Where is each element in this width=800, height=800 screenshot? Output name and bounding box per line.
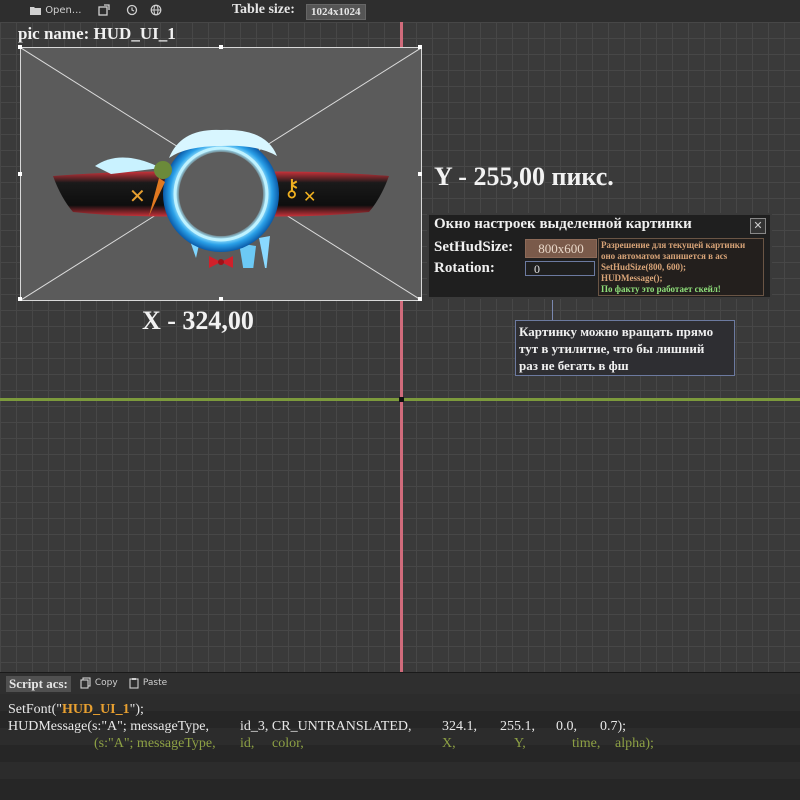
code-hint: id, [240,736,255,751]
settings-title: Окно настроек выделенной картинки [434,216,692,232]
note-line: HUDMessage(); [601,273,663,283]
close-button[interactable]: ✕ [750,218,766,234]
editor-canvas[interactable]: pic name: HUD_UI_1 ✕ ⚷ ✕ Y - 255,00 пикс… [0,22,800,672]
paste-label: Paste [142,678,168,688]
paste-icon [129,677,139,689]
history-icon [126,4,138,16]
code-hint: color, [272,736,304,751]
axis-origin [399,397,404,402]
pic-name-label: pic name: HUD_UI_1 [18,24,176,43]
code-token: id_3, CR_UNTRANSLATED, [240,719,412,734]
export-button[interactable] [98,3,110,19]
tip-line: Картинку можно вращать прямо [519,324,714,339]
script-toolbar: Script acs: Copy Paste [0,672,800,695]
code-token: SetFont(" [8,702,62,717]
code-hint: Y, [514,736,526,751]
globe-button[interactable] [150,3,162,19]
selected-picture[interactable]: ✕ ⚷ ✕ [18,45,422,301]
rotation-label: Rotation: [434,260,495,276]
code-row [0,779,800,796]
folder-icon [30,6,41,15]
script-label: Script acs: [6,676,71,692]
code-token-font: HUD_UI_1 [61,702,130,717]
resize-handle-tr[interactable] [418,45,422,49]
note-line: Разрешение для текущей картинки [601,240,746,250]
open-label: Open... [45,5,82,16]
copy-label: Copy [94,678,118,688]
code-hint: time, [572,736,601,751]
table-size-label: Table size: [232,2,295,17]
y-coordinate-readout: Y - 255,00 пикс. [434,162,614,191]
rotation-field[interactable]: 0 [525,261,595,276]
paste-button[interactable]: Paste [128,676,167,690]
resize-handle-l[interactable] [18,172,22,176]
open-button[interactable]: Open... [30,3,81,19]
export-icon [98,4,110,16]
note-line: SetHudSize(800, 600); [601,262,686,272]
resize-handle-bl[interactable] [18,297,22,301]
picture-settings-panel: Окно настроек выделенной картинки ✕ SetH… [427,213,772,299]
code-token: HUDMessage(s:"A"; messageType, [8,719,209,734]
hudsize-label: SetHudSize: [434,239,514,255]
tip-line: раз не бегать в фш [519,358,629,373]
tip-connector [552,300,553,320]
table-size-value[interactable]: 1024x1024 [306,4,366,20]
code-hint: X, [442,736,456,751]
code-row [0,762,800,779]
code-hint: alpha); [615,736,654,751]
hudsize-note: Разрешение для текущей картинки оно авто… [598,238,764,296]
code-line-setfont: SetFont("HUD_UI_1"); [8,702,144,718]
code-token: "); [129,702,144,717]
top-toolbar: Open... Table size: 1024x1024 [0,0,800,23]
code-token: 0.7); [600,719,627,734]
code-token: 0.0, [556,719,577,734]
script-code-area[interactable]: SetFont("HUD_UI_1"); HUDMessage(s:"A"; m… [0,694,800,800]
globe-icon [150,4,162,16]
note-line: оно автоматом запишется в acs [601,251,728,261]
svg-text:✕: ✕ [303,187,316,206]
hudsize-field[interactable]: 800x600 [525,239,597,258]
resize-handle-t[interactable] [219,45,223,49]
code-hint: (s:"A"; messageType, [94,736,216,751]
tip-line: тут в утилитие, что бы лишний [519,341,705,356]
svg-text:⚷: ⚷ [283,174,301,202]
code-token: 324.1, [442,719,477,734]
rotation-tip: Картинку можно вращать прямо тут в утили… [515,320,735,376]
resize-handle-b[interactable] [219,297,223,301]
resize-handle-r[interactable] [418,172,422,176]
copy-button[interactable]: Copy [80,676,118,690]
hud-ring-image: ✕ ⚷ ✕ [53,129,389,268]
resize-handle-br[interactable] [418,297,422,301]
note-line-highlight: По факту это работает скейл! [601,284,721,294]
history-button[interactable] [126,3,138,19]
svg-text:✕: ✕ [129,184,146,208]
copy-icon [80,676,91,689]
resize-handle-tl[interactable] [18,45,22,49]
x-coordinate-readout: X - 324,00 [142,306,254,335]
code-token: 255.1, [500,719,535,734]
